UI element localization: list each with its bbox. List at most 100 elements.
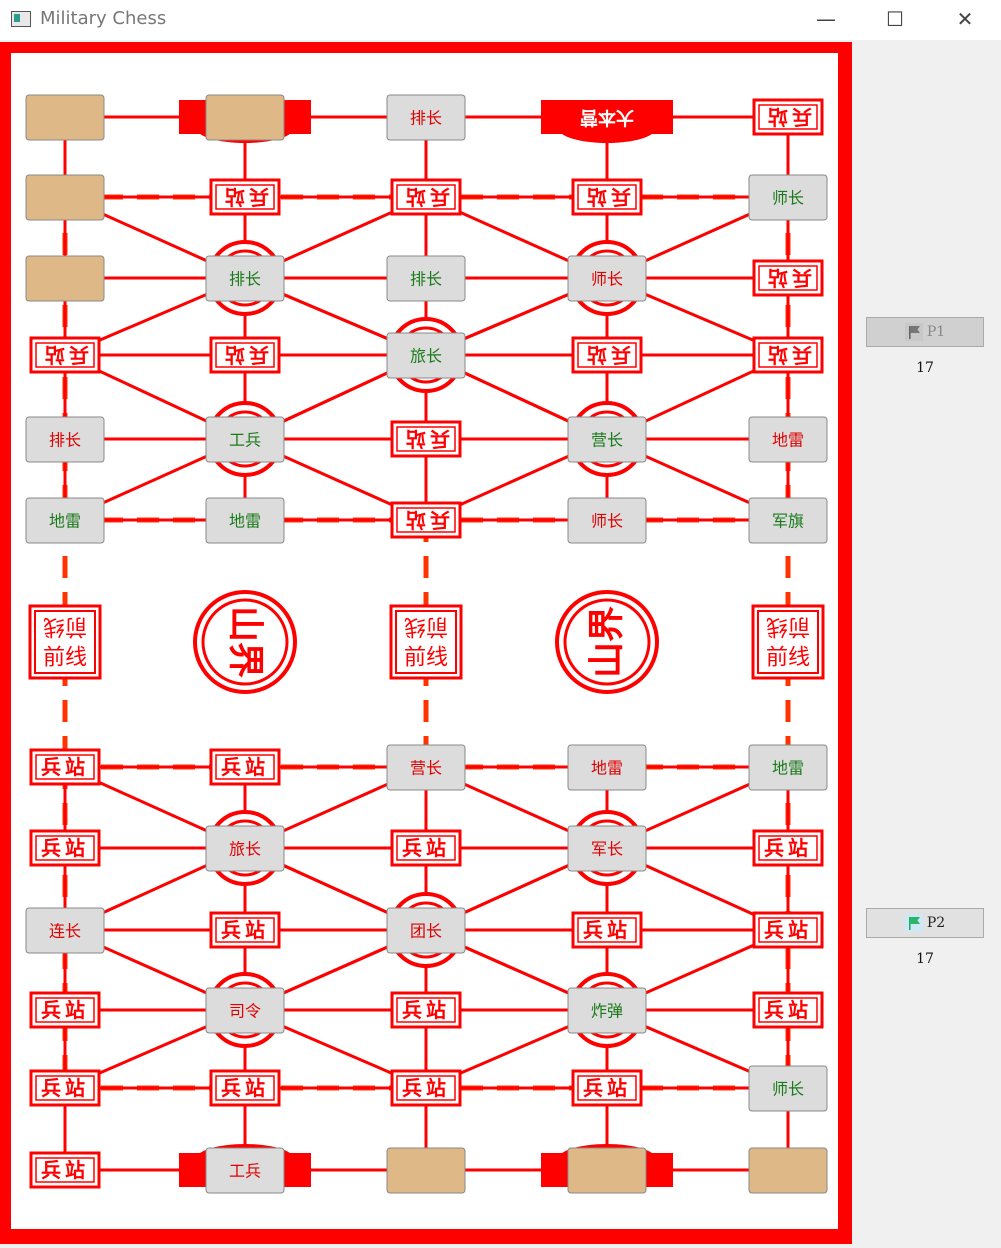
piece-body[interactable] [205, 94, 285, 141]
player2-button[interactable]: P2 [866, 908, 984, 938]
piece[interactable]: 工兵 [205, 1147, 285, 1194]
station-label: 兵站 [764, 343, 812, 367]
station-label: 兵站 [402, 185, 450, 209]
piece[interactable]: 营长 [386, 744, 466, 791]
frontline-label-top: 前线 [43, 614, 87, 639]
piece-label: 军旗 [772, 512, 804, 531]
flag-green-icon [904, 914, 923, 932]
app-icon [11, 11, 31, 27]
piece[interactable]: 排长 [25, 416, 105, 463]
title-bar: Military Chess — ☐ ✕ [0, 0, 1001, 40]
piece-body[interactable] [25, 174, 105, 221]
station-label: 兵站 [764, 918, 812, 942]
hidden-piece[interactable] [25, 255, 105, 302]
piece-label: 师长 [772, 189, 804, 208]
piece[interactable]: 排长 [386, 94, 466, 141]
maximize-button[interactable]: ☐ [872, 0, 918, 40]
piece[interactable]: 师长 [748, 174, 828, 221]
piece-label: 师长 [591, 270, 623, 289]
piece-label: 营长 [410, 759, 442, 778]
piece-label: 师长 [772, 1080, 804, 1099]
piece[interactable]: 旅长 [205, 825, 285, 872]
piece-label: 地雷 [772, 759, 804, 778]
hidden-piece[interactable] [748, 1147, 828, 1194]
player1-button[interactable]: P1 [866, 317, 984, 347]
piece[interactable]: 地雷 [25, 497, 105, 544]
piece-label: 连长 [49, 922, 81, 941]
piece[interactable]: 地雷 [205, 497, 285, 544]
station-label: 兵站 [41, 998, 89, 1022]
station-label: 兵站 [764, 836, 812, 860]
station-label: 兵站 [402, 998, 450, 1022]
station-label: 兵站 [402, 836, 450, 860]
close-button[interactable]: ✕ [942, 0, 988, 40]
frontline-label-top: 前线 [404, 614, 448, 639]
piece-label: 司令 [229, 1002, 261, 1021]
station-label: 兵站 [221, 185, 269, 209]
minimize-button[interactable]: — [803, 0, 849, 40]
piece-label: 旅长 [229, 840, 261, 859]
hidden-piece[interactable] [25, 174, 105, 221]
headquarters-label: 大本营 [580, 107, 634, 129]
piece-label: 旅长 [410, 347, 442, 366]
piece-label: 地雷 [229, 512, 261, 531]
piece-body[interactable] [25, 255, 105, 302]
player1-label: P1 [926, 324, 946, 340]
piece[interactable]: 师长 [567, 255, 647, 302]
station-label: 兵站 [41, 836, 89, 860]
frontline-label-bottom: 前线 [43, 646, 87, 671]
piece-label: 工兵 [229, 1162, 261, 1181]
piece[interactable]: 炸弹 [567, 987, 647, 1034]
frontline-label-top: 前线 [766, 614, 810, 639]
piece-body[interactable] [567, 1147, 647, 1194]
station-label: 兵站 [583, 343, 631, 367]
station-label: 兵站 [583, 185, 631, 209]
piece[interactable]: 工兵 [205, 416, 285, 463]
station-label: 兵站 [221, 755, 269, 779]
station-label: 兵站 [402, 1076, 450, 1100]
piece[interactable]: 团长 [386, 907, 466, 954]
piece[interactable]: 师长 [748, 1065, 828, 1112]
hidden-piece[interactable] [386, 1147, 466, 1194]
piece[interactable]: 军旗 [748, 497, 828, 544]
flag-gray-icon [904, 323, 923, 341]
piece[interactable]: 旅长 [386, 332, 466, 379]
station-label: 兵站 [41, 1076, 89, 1100]
piece[interactable]: 司令 [205, 987, 285, 1034]
piece-body[interactable] [386, 1147, 466, 1194]
player1-count: 17 [916, 360, 934, 376]
piece-body[interactable] [748, 1147, 828, 1194]
piece[interactable]: 地雷 [748, 744, 828, 791]
piece-label: 排长 [229, 270, 261, 289]
piece-label: 军长 [591, 840, 623, 859]
station-label: 兵站 [402, 427, 450, 451]
station-label: 兵站 [221, 343, 269, 367]
piece[interactable]: 师长 [567, 497, 647, 544]
station-label: 兵站 [764, 105, 812, 129]
piece[interactable]: 连长 [25, 907, 105, 954]
board-svg: 大本营 兵站兵站 兵站 兵站兵站兵站 兵站 兵站 兵站兵站兵站前线前线 山界 前线前线 山界 前线前… [0, 42, 852, 1244]
piece[interactable]: 地雷 [567, 744, 647, 791]
piece-label: 排长 [410, 109, 442, 128]
hidden-piece[interactable] [205, 94, 285, 141]
hidden-piece[interactable] [25, 94, 105, 141]
piece[interactable]: 营长 [567, 416, 647, 463]
piece-label: 师长 [591, 512, 623, 531]
piece[interactable]: 排长 [386, 255, 466, 302]
piece-label: 团长 [410, 922, 442, 941]
piece-label: 排长 [49, 431, 81, 450]
piece[interactable]: 排长 [205, 255, 285, 302]
piece-body[interactable] [25, 94, 105, 141]
station-label: 兵站 [583, 1076, 631, 1100]
mountain-label: 山界 [225, 606, 266, 678]
hidden-piece[interactable] [567, 1147, 647, 1194]
station-label: 兵站 [41, 343, 89, 367]
player2-label: P2 [926, 915, 946, 931]
piece[interactable]: 军长 [567, 825, 647, 872]
mountain-label: 山界 [587, 606, 628, 678]
piece[interactable]: 地雷 [748, 416, 828, 463]
window-title: Military Chess [40, 8, 167, 29]
game-board: 大本营 兵站 兵站 兵站 兵站 兵站 兵站 兵站 兵站 兵站 兵站 兵站 前线 前线 山界 前线 前线 山界 前线前… [0, 42, 852, 1244]
station-label: 兵站 [41, 1158, 89, 1182]
frontline-label-bottom: 前线 [404, 646, 448, 671]
